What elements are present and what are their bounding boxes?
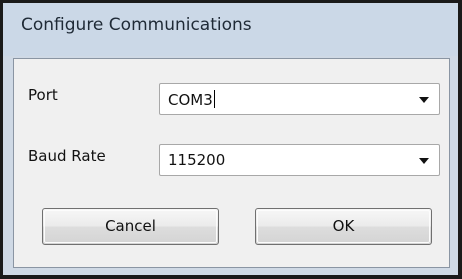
title-bar[interactable]: Configure Communications	[3, 3, 458, 56]
port-label: Port	[28, 86, 58, 104]
window-title: Configure Communications	[21, 15, 252, 35]
baud-rate-value: 115200	[168, 151, 226, 169]
baud-rate-select[interactable]: 115200	[159, 144, 440, 176]
port-select[interactable]: COM3	[159, 83, 440, 115]
cancel-button[interactable]: Cancel	[42, 208, 219, 245]
text-caret	[213, 90, 215, 108]
ok-button-label: OK	[332, 217, 355, 235]
ok-button[interactable]: OK	[255, 208, 432, 245]
baud-rate-label: Baud Rate	[28, 147, 106, 165]
port-value: COM3	[168, 90, 215, 109]
port-dropdown-arrow-icon[interactable]	[419, 97, 429, 103]
cancel-button-label: Cancel	[105, 217, 156, 235]
configure-communications-dialog: Configure Communications Port COM3 Baud …	[0, 0, 462, 279]
baud-rate-dropdown-arrow-icon[interactable]	[419, 158, 429, 164]
dialog-body: Port COM3 Baud Rate 115200 Cancel OK	[13, 58, 450, 268]
